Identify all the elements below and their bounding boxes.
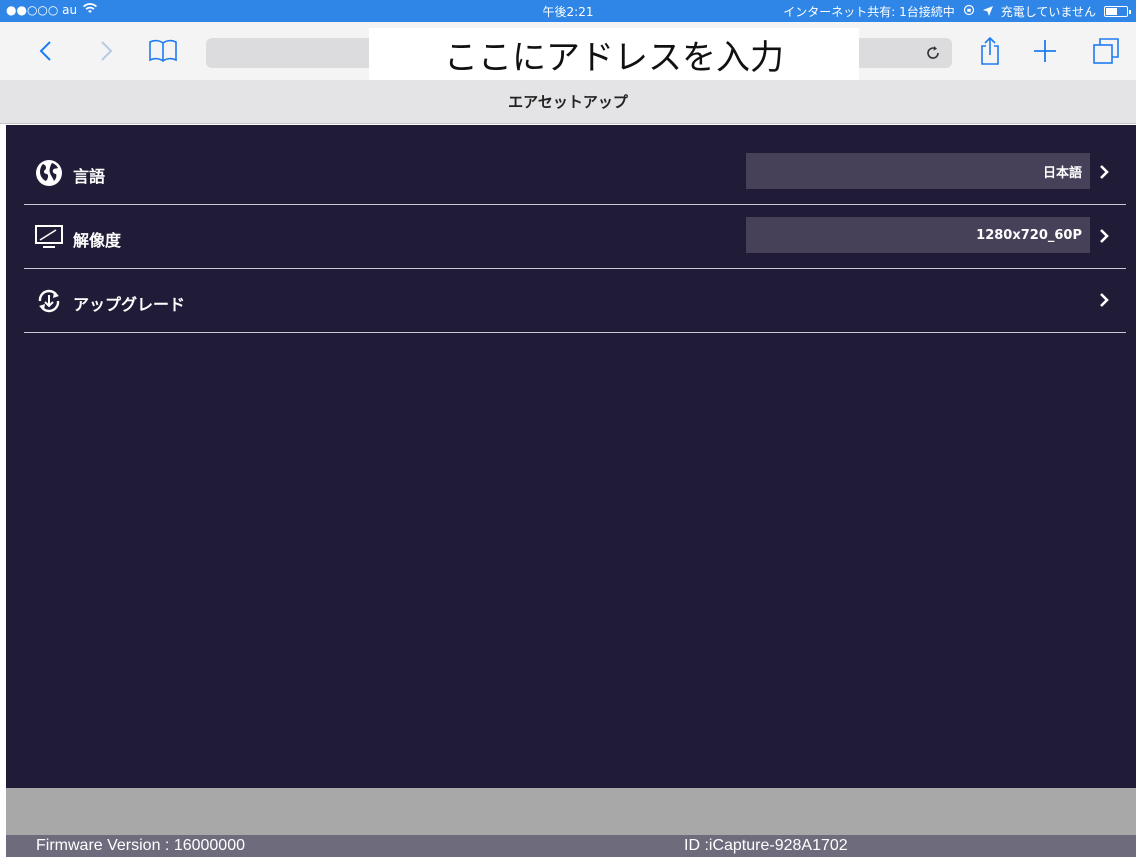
device-id: ID :iCapture-928A1702 [684, 837, 848, 854]
carrier-label: ●●○○○ au [6, 3, 78, 17]
chevron-right-icon[interactable] [1094, 223, 1114, 249]
footer-bar: Firmware Version : 16000000 ID :iCapture… [6, 835, 1136, 857]
battery-icon [1104, 6, 1131, 17]
reload-icon[interactable] [918, 38, 948, 68]
bookmarks-icon[interactable] [145, 32, 181, 70]
tethering-status: インターネット共有: 1台接続中 [783, 5, 955, 19]
settings-row-upgrade[interactable]: アップグレード [24, 269, 1126, 333]
status-left: ●●○○○ au [6, 3, 98, 17]
charging-status: 充電していません [1000, 5, 1096, 19]
upgrade-icon [34, 287, 64, 315]
status-right: インターネット共有: 1台接続中 充電していません [783, 3, 1131, 20]
chevron-right-icon[interactable] [1094, 287, 1114, 313]
tabs-icon[interactable] [1088, 32, 1124, 70]
settings-panel: 言語 日本語 解像度 1280x720_60P アップグレード [6, 125, 1136, 788]
settings-row-resolution[interactable]: 解像度 1280x720_60P [24, 205, 1126, 269]
browser-toolbar: ここにアドレスを入力 [0, 22, 1136, 80]
location-icon [982, 5, 993, 19]
back-icon[interactable] [30, 32, 60, 70]
settings-value-language[interactable]: 日本語 [746, 153, 1090, 189]
footer-spacer [6, 788, 1136, 835]
settings-label-language: 言語 [73, 167, 106, 186]
chevron-right-icon[interactable] [1094, 159, 1114, 185]
settings-value-resolution[interactable]: 1280x720_60P [746, 217, 1090, 253]
address-input-text[interactable]: ここにアドレスを入力 [369, 28, 859, 80]
page-title: エアセットアップ [0, 80, 1136, 124]
share-icon[interactable] [975, 32, 1005, 70]
wifi-icon [83, 3, 98, 17]
firmware-version: Firmware Version : 16000000 [36, 837, 245, 854]
forward-icon[interactable] [92, 32, 122, 70]
monitor-icon [34, 223, 64, 251]
settings-label-resolution: 解像度 [73, 231, 122, 250]
status-bar: ●●○○○ au 午後2:21 インターネット共有: 1台接続中 充電していませ… [0, 0, 1136, 22]
globe-icon [34, 159, 64, 187]
settings-label-upgrade: アップグレード [73, 295, 186, 314]
rotation-lock-icon [963, 4, 975, 19]
settings-row-language[interactable]: 言語 日本語 [24, 141, 1126, 205]
new-tab-icon[interactable] [1030, 32, 1060, 70]
